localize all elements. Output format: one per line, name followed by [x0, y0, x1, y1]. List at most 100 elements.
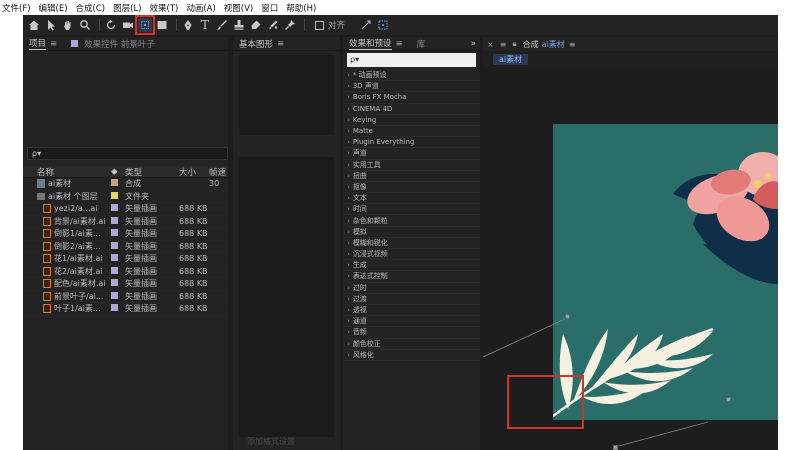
puppet-pin-tool-icon[interactable]	[283, 18, 297, 32]
chevron-right-icon[interactable]: ›	[347, 328, 350, 336]
snapping-checkbox[interactable]	[315, 20, 324, 30]
label-color-swatch[interactable]	[111, 179, 125, 188]
snap-feature-icon[interactable]	[359, 18, 373, 32]
menu-item[interactable]: 帮助(H)	[286, 2, 316, 14]
menu-item[interactable]: 图层(L)	[113, 2, 141, 14]
effects-category-item[interactable]: › Boris FX Mocha	[343, 92, 480, 104]
chevron-right-icon[interactable]: ›	[347, 82, 350, 90]
panel-menu-icon[interactable]: ≡	[500, 40, 507, 49]
menu-item[interactable]: 效果(T)	[150, 2, 179, 14]
chevron-right-icon[interactable]: ›	[347, 71, 350, 79]
menu-item[interactable]: 编辑(E)	[39, 2, 68, 14]
effects-category-item[interactable]: › 透视	[343, 305, 480, 317]
chevron-right-icon[interactable]: ›	[347, 261, 350, 269]
label-color-swatch[interactable]	[111, 304, 125, 313]
effects-category-item[interactable]: › 扭曲	[343, 171, 480, 182]
chevron-right-icon[interactable]: ›	[347, 272, 350, 280]
label-color-swatch[interactable]	[111, 241, 125, 251]
eraser-tool-icon[interactable]	[249, 18, 263, 32]
chevron-right-icon[interactable]: ›	[347, 194, 350, 202]
layer-handle[interactable]	[613, 445, 618, 450]
effects-category-item[interactable]: › * 动画预设	[343, 70, 480, 82]
panel-menu-icon[interactable]: ≡	[50, 39, 57, 49]
rectangle-tool-icon[interactable]	[155, 18, 169, 32]
effects-category-item[interactable]: › 时间	[343, 204, 480, 216]
panel-menu-icon[interactable]: ≡	[569, 40, 576, 49]
chevron-right-icon[interactable]: ›	[347, 217, 350, 225]
snap-grid-icon[interactable]	[376, 18, 390, 32]
chevron-right-icon[interactable]: ›	[347, 295, 350, 303]
roto-brush-tool-icon[interactable]	[266, 18, 280, 32]
composition-viewer[interactable]	[483, 67, 778, 450]
menu-item[interactable]: 文件(F)	[2, 2, 31, 14]
chevron-right-icon[interactable]: ›	[347, 149, 350, 157]
project-search-input[interactable]: ρ▾	[27, 147, 228, 160]
brush-tool-icon[interactable]	[215, 18, 229, 32]
tab-composition-name[interactable]: ai素材	[542, 39, 565, 50]
project-row[interactable]: 倒影2/ai素... 矢量插画 688 KB	[23, 241, 228, 253]
panel-menu-icon[interactable]: ≡	[277, 39, 284, 49]
project-row[interactable]: 配色/ai素材.ai 矢量插画 688 KB	[23, 278, 228, 291]
panel-menu-icon[interactable]: ≡	[396, 39, 403, 49]
chevron-right-icon[interactable]: ›	[347, 205, 350, 213]
label-color-swatch[interactable]	[111, 229, 125, 238]
project-row[interactable]: ai素材 合成 30	[23, 178, 228, 191]
chevron-right-icon[interactable]: ›	[347, 239, 350, 247]
chevron-right-icon[interactable]: ›	[347, 127, 350, 135]
chevron-right-icon[interactable]: ›	[347, 284, 350, 292]
chevron-right-icon[interactable]: ›	[347, 105, 350, 113]
effects-category-item[interactable]: › 表达式控制	[343, 271, 480, 283]
label-color-swatch[interactable]	[111, 191, 125, 201]
column-fps[interactable]: 帧速	[209, 166, 228, 178]
effects-category-item[interactable]: › 通道	[343, 316, 480, 328]
chevron-right-icon[interactable]: ›	[347, 250, 350, 258]
effects-category-item[interactable]: › 沉浸式视频	[343, 249, 480, 261]
menu-item[interactable]: 动画(A)	[186, 2, 215, 14]
rotate-tool-icon[interactable]	[104, 18, 118, 32]
layer-handle[interactable]	[726, 397, 731, 402]
label-color-swatch[interactable]	[111, 291, 125, 301]
label-color-swatch[interactable]	[111, 266, 125, 276]
effects-category-item[interactable]: › 实用工具	[343, 160, 480, 171]
effects-category-item[interactable]: › 文本	[343, 193, 480, 205]
effects-category-item[interactable]: › Keying	[343, 115, 480, 126]
chevron-right-icon[interactable]: ›	[347, 172, 350, 180]
clone-stamp-tool-icon[interactable]	[232, 18, 246, 32]
effects-category-item[interactable]: › 声道	[343, 148, 480, 160]
selection-tool-icon[interactable]	[44, 18, 58, 32]
chevron-right-icon[interactable]: ›	[347, 116, 350, 124]
project-row[interactable]: ai素材 个图层 文件夹	[23, 191, 228, 203]
project-row[interactable]: yezi2/a...ai 矢量插画 688 KB	[23, 203, 228, 216]
effects-category-item[interactable]: › 风格化	[343, 350, 480, 361]
tab-essential-graphics[interactable]: 基本图形	[239, 38, 273, 50]
effects-category-item[interactable]: › 杂色和颗粒	[343, 215, 480, 227]
project-row[interactable]: 背景/ai素材.ai 矢量插画 688 KB	[23, 216, 228, 228]
effects-category-item[interactable]: › 3D 声道	[343, 81, 480, 93]
menu-item[interactable]: 窗口	[261, 2, 278, 14]
tab-project[interactable]: 项目	[29, 37, 47, 50]
chevron-right-icon[interactable]: ›	[347, 228, 350, 236]
lock-icon[interactable]: 🔒︎	[512, 39, 516, 49]
add-formatting-button[interactable]: 添加格式设置	[247, 436, 295, 447]
tab-libraries[interactable]: 库	[417, 38, 426, 50]
effects-category-item[interactable]: › 过渡	[343, 294, 480, 305]
panel-overflow-icon[interactable]: »	[471, 39, 476, 49]
project-row[interactable]: 花2/ai素材.ai 矢量插画 688 KB	[23, 266, 228, 278]
project-row[interactable]: 花1/ai素材.ai 矢量插画 688 KB	[23, 253, 228, 266]
project-row[interactable]: 叶子1/ai素... 矢量插画 688 KB	[23, 303, 228, 316]
menu-item[interactable]: 合成(C)	[76, 2, 106, 14]
chevron-right-icon[interactable]: ›	[347, 183, 350, 191]
close-icon[interactable]: ×	[487, 40, 494, 49]
effects-category-item[interactable]: › 模糊和锐化	[343, 238, 480, 249]
effects-category-item[interactable]: › Plugin Everything	[343, 137, 480, 149]
effects-category-item[interactable]: › CINEMA 4D	[343, 104, 480, 115]
column-type[interactable]: 类型	[125, 166, 179, 178]
type-tool-icon[interactable]: T	[198, 18, 212, 32]
label-color-swatch[interactable]	[111, 216, 125, 226]
effects-category-item[interactable]: › 音频	[343, 327, 480, 339]
camera-tool-icon[interactable]	[121, 18, 135, 32]
chevron-right-icon[interactable]: ›	[347, 340, 350, 348]
pen-tool-icon[interactable]	[181, 18, 195, 32]
chevron-right-icon[interactable]: ›	[347, 161, 350, 169]
column-size[interactable]: 大小	[179, 166, 209, 178]
